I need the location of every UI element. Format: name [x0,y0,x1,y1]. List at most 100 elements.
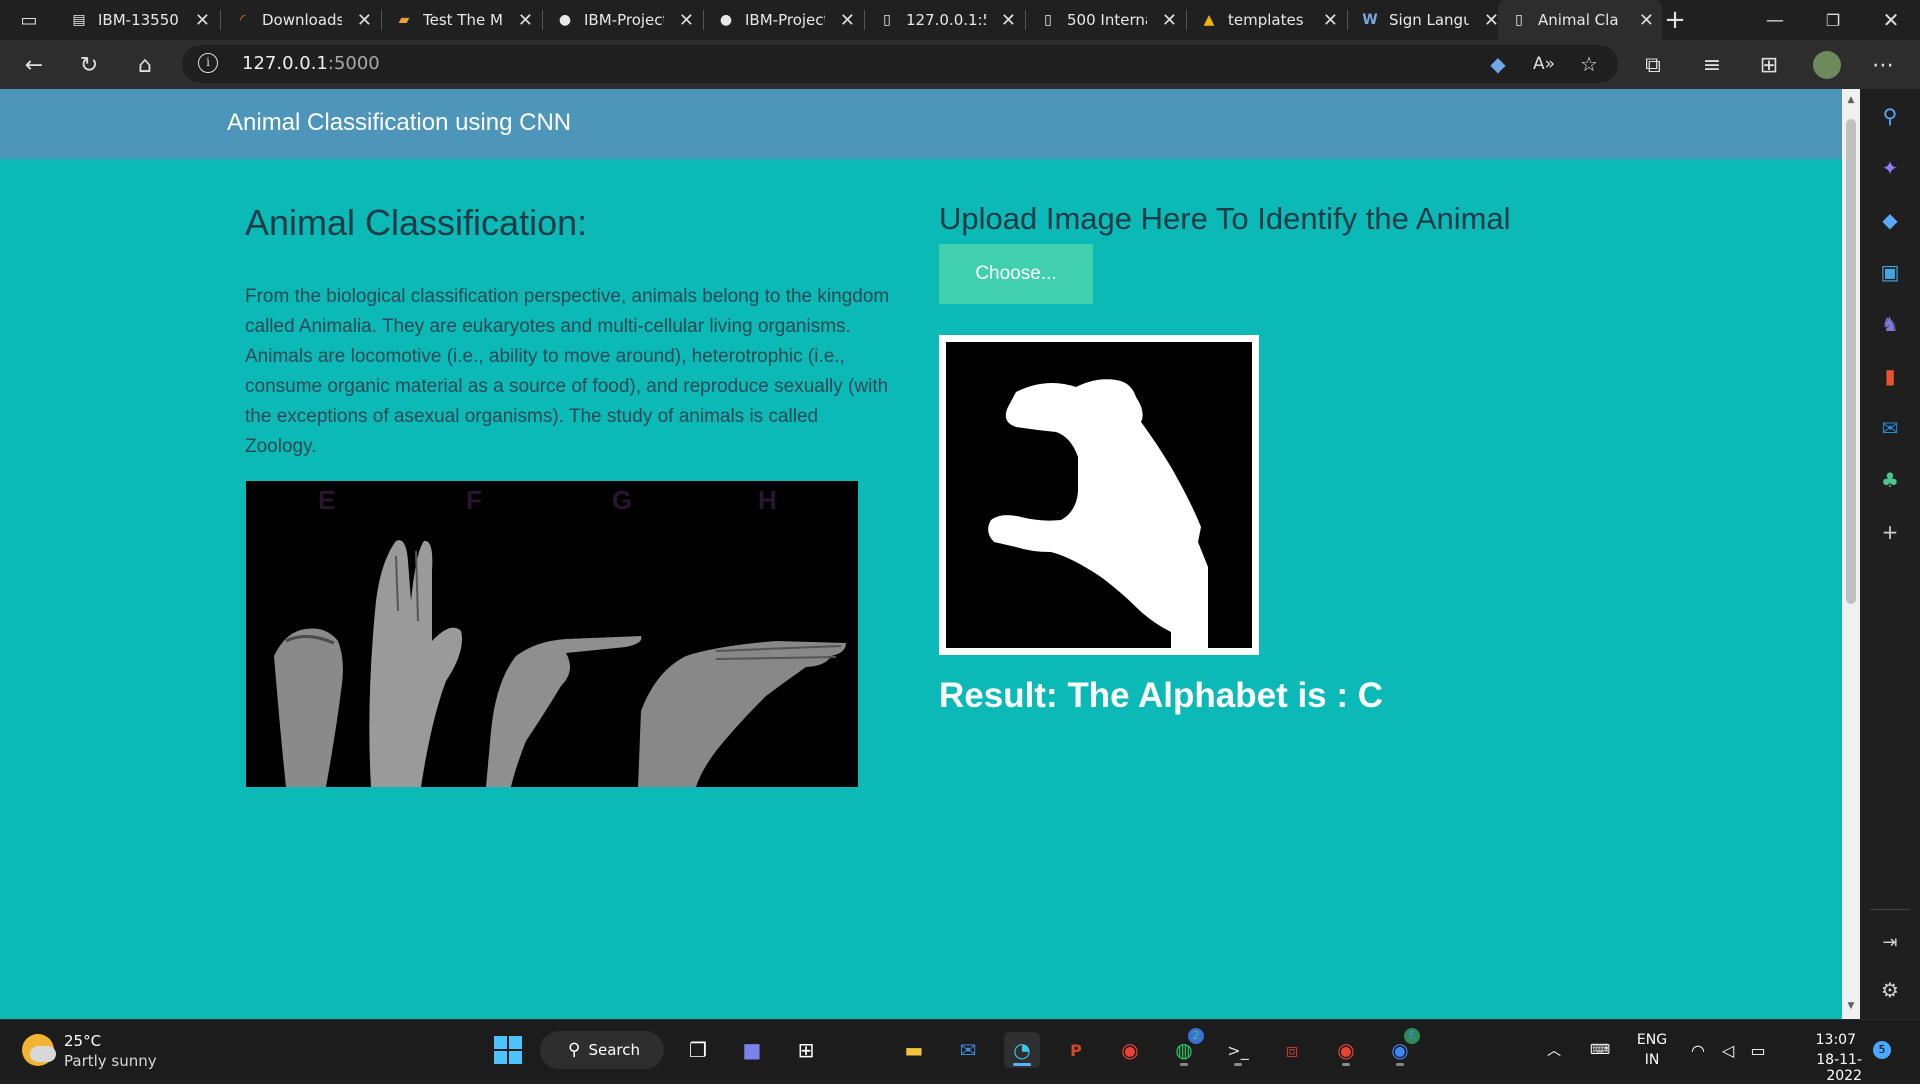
tab-6[interactable]: ▯ 500 Interna ✕ [1027,0,1185,40]
loading-icon: ◜ [240,12,246,28]
tab-7[interactable]: ▲ templates - ✕ [1188,0,1346,40]
tab-8[interactable]: W Sign Langu ✕ [1349,0,1507,40]
url-port: :5000 [327,53,380,74]
windows-start-icon[interactable] [490,1032,526,1068]
tools-briefcase-icon[interactable]: ▣ [1875,257,1905,287]
clock-date[interactable]: 18-11-2022 [1782,1052,1862,1084]
show-hidden-icons-chevron-icon[interactable]: ︿ [1536,1032,1572,1068]
teams-chat-icon[interactable]: ■ [734,1032,770,1068]
refresh-icon[interactable]: ↻ [72,48,106,82]
collections-icon[interactable]: ⊞ [1752,48,1786,82]
taskbar: 25°C Partly sunny ⚲ Search ❐ ■ ⊞ ▬ ✉ ◔ P… [0,1019,1920,1084]
taskbar-search[interactable]: ⚲ Search [540,1031,664,1069]
store-icon[interactable]: ⊞ [788,1032,824,1068]
close-window-icon[interactable]: ✕ [1874,3,1908,37]
uploaded-image-preview [939,335,1259,655]
browser-toolbar: ← ↻ ⌂ i 127.0.0.1:5000 ◆ A» ☆ ⧉ ≡ ⊞ ⋯ [0,40,1920,89]
sign-language-image: E F G H [246,481,858,787]
close-icon[interactable]: ✕ [357,10,372,31]
weather-description[interactable]: Partly sunny [64,1052,157,1070]
close-icon[interactable]: ✕ [1323,10,1338,31]
tab-1[interactable]: ◜ Downloads ✕ [222,0,380,40]
minimize-icon[interactable]: — [1758,3,1792,37]
favorites-icon[interactable]: ≡ [1695,48,1729,82]
office-icon[interactable]: ▮ [1875,361,1905,391]
language-indicator[interactable]: ENG [1630,1032,1674,1048]
tab-title: 500 Interna [1067,11,1147,29]
powerpoint-icon[interactable]: P [1058,1032,1094,1068]
tab-2[interactable]: ▰ Test The Mc ✕ [383,0,541,40]
page-heading: Animal Classification: [245,202,588,243]
close-icon[interactable]: ✕ [679,10,694,31]
close-icon[interactable]: ✕ [1484,10,1499,31]
scroll-thumb[interactable] [1846,119,1856,604]
address-bar[interactable]: i 127.0.0.1:5000 ◆ A» ☆ [182,45,1618,83]
terminal-icon[interactable]: >_ [1220,1032,1256,1068]
image-letter-f: F [466,485,482,515]
search-icon[interactable]: ⚲ [1875,101,1905,131]
page-icon: ▯ [1515,12,1523,28]
chrome-icon[interactable]: ◉ [1112,1032,1148,1068]
clock-time[interactable]: 13:07 [1782,1032,1856,1048]
scroll-down-icon[interactable]: ▼ [1846,1001,1856,1011]
tab-5[interactable]: ▯ 127.0.0.1:50 ✕ [866,0,1024,40]
search-icon: ⚲ [568,1040,581,1060]
url-text[interactable]: 127.0.0.1:5000 [242,53,380,74]
games-icon[interactable]: ♞ [1875,309,1905,339]
close-icon[interactable]: ✕ [1001,10,1016,31]
chrome-profile-icon[interactable]: ◉ [1328,1032,1364,1068]
copilot-icon[interactable]: ✦ [1875,153,1905,183]
tab-actions-icon[interactable]: ▭ [12,3,46,37]
image-letter-g: G [612,485,632,515]
hide-sidebar-icon[interactable]: ⇥ [1875,927,1905,957]
task-view-icon[interactable]: ❐ [680,1032,716,1068]
tab-4[interactable]: ● IBM-Project ✕ [705,0,863,40]
chrome-profile-2-icon[interactable]: ◉ E [1382,1028,1420,1068]
close-icon[interactable]: ✕ [1639,10,1654,31]
close-icon[interactable]: ✕ [1162,10,1177,31]
gear-icon[interactable]: ⚙ [1875,975,1905,1005]
drive-icon: ▲ [1203,12,1215,28]
extensions-icon[interactable]: ⧉ [1636,48,1670,82]
result-text: Result: The Alphabet is : C [939,676,1384,715]
new-tab-icon[interactable]: + [1658,3,1692,37]
coupon-tag-icon[interactable]: ◆ [1481,47,1515,81]
notification-badge[interactable]: 5 [1873,1041,1891,1059]
edge-icon[interactable]: ◔ [1004,1032,1040,1068]
web-page: Animal Classification using CNN Animal C… [0,89,1842,1019]
tab-title: IBM-Project [745,11,825,29]
battery-icon[interactable]: ▭ [1740,1032,1776,1068]
page-scrollbar[interactable]: ▲ ▼ [1842,89,1860,1019]
tab-0[interactable]: ▤ IBM-13550- ✕ [58,0,218,40]
add-icon[interactable]: + [1875,517,1905,547]
back-icon[interactable]: ← [17,48,51,82]
file-explorer-icon[interactable]: ▬ [896,1032,932,1068]
close-icon[interactable]: ✕ [195,10,210,31]
whatsapp-icon[interactable]: ◍ 2 [1166,1028,1204,1068]
tab-title: IBM-Project [584,11,664,29]
tree-icon[interactable]: ♣ [1875,465,1905,495]
weather-temperature[interactable]: 25°C [64,1032,101,1050]
region-indicator[interactable]: IN [1630,1052,1674,1068]
add-favorite-icon[interactable]: ☆ [1572,47,1606,81]
restore-icon[interactable]: ❐ [1816,3,1850,37]
app-icon[interactable]: ⧈ [1274,1032,1310,1068]
read-aloud-icon[interactable]: A» [1527,47,1561,81]
home-icon[interactable]: ⌂ [128,48,162,82]
tab-3[interactable]: ● IBM-Project ✕ [544,0,702,40]
close-icon[interactable]: ✕ [840,10,855,31]
mail-icon[interactable]: ✉ [950,1032,986,1068]
avatar[interactable] [1810,48,1844,82]
outlook-icon[interactable]: ✉ [1875,413,1905,443]
shopping-tag-icon[interactable]: ◆ [1875,205,1905,235]
close-icon[interactable]: ✕ [518,10,533,31]
scroll-up-icon[interactable]: ▲ [1846,95,1856,105]
keyboard-icon[interactable]: ⌨ [1582,1032,1618,1068]
more-menu-icon[interactable]: ⋯ [1866,48,1900,82]
site-info-icon[interactable]: i [198,53,218,73]
tab-9[interactable]: ▯ Animal Clas ✕ [1498,0,1662,40]
upload-heading: Upload Image Here To Identify the Animal [939,201,1511,236]
navbar-title[interactable]: Animal Classification using CNN [227,109,571,137]
choose-file-button[interactable]: Choose... [939,244,1093,304]
page-icon: ▯ [883,12,891,28]
